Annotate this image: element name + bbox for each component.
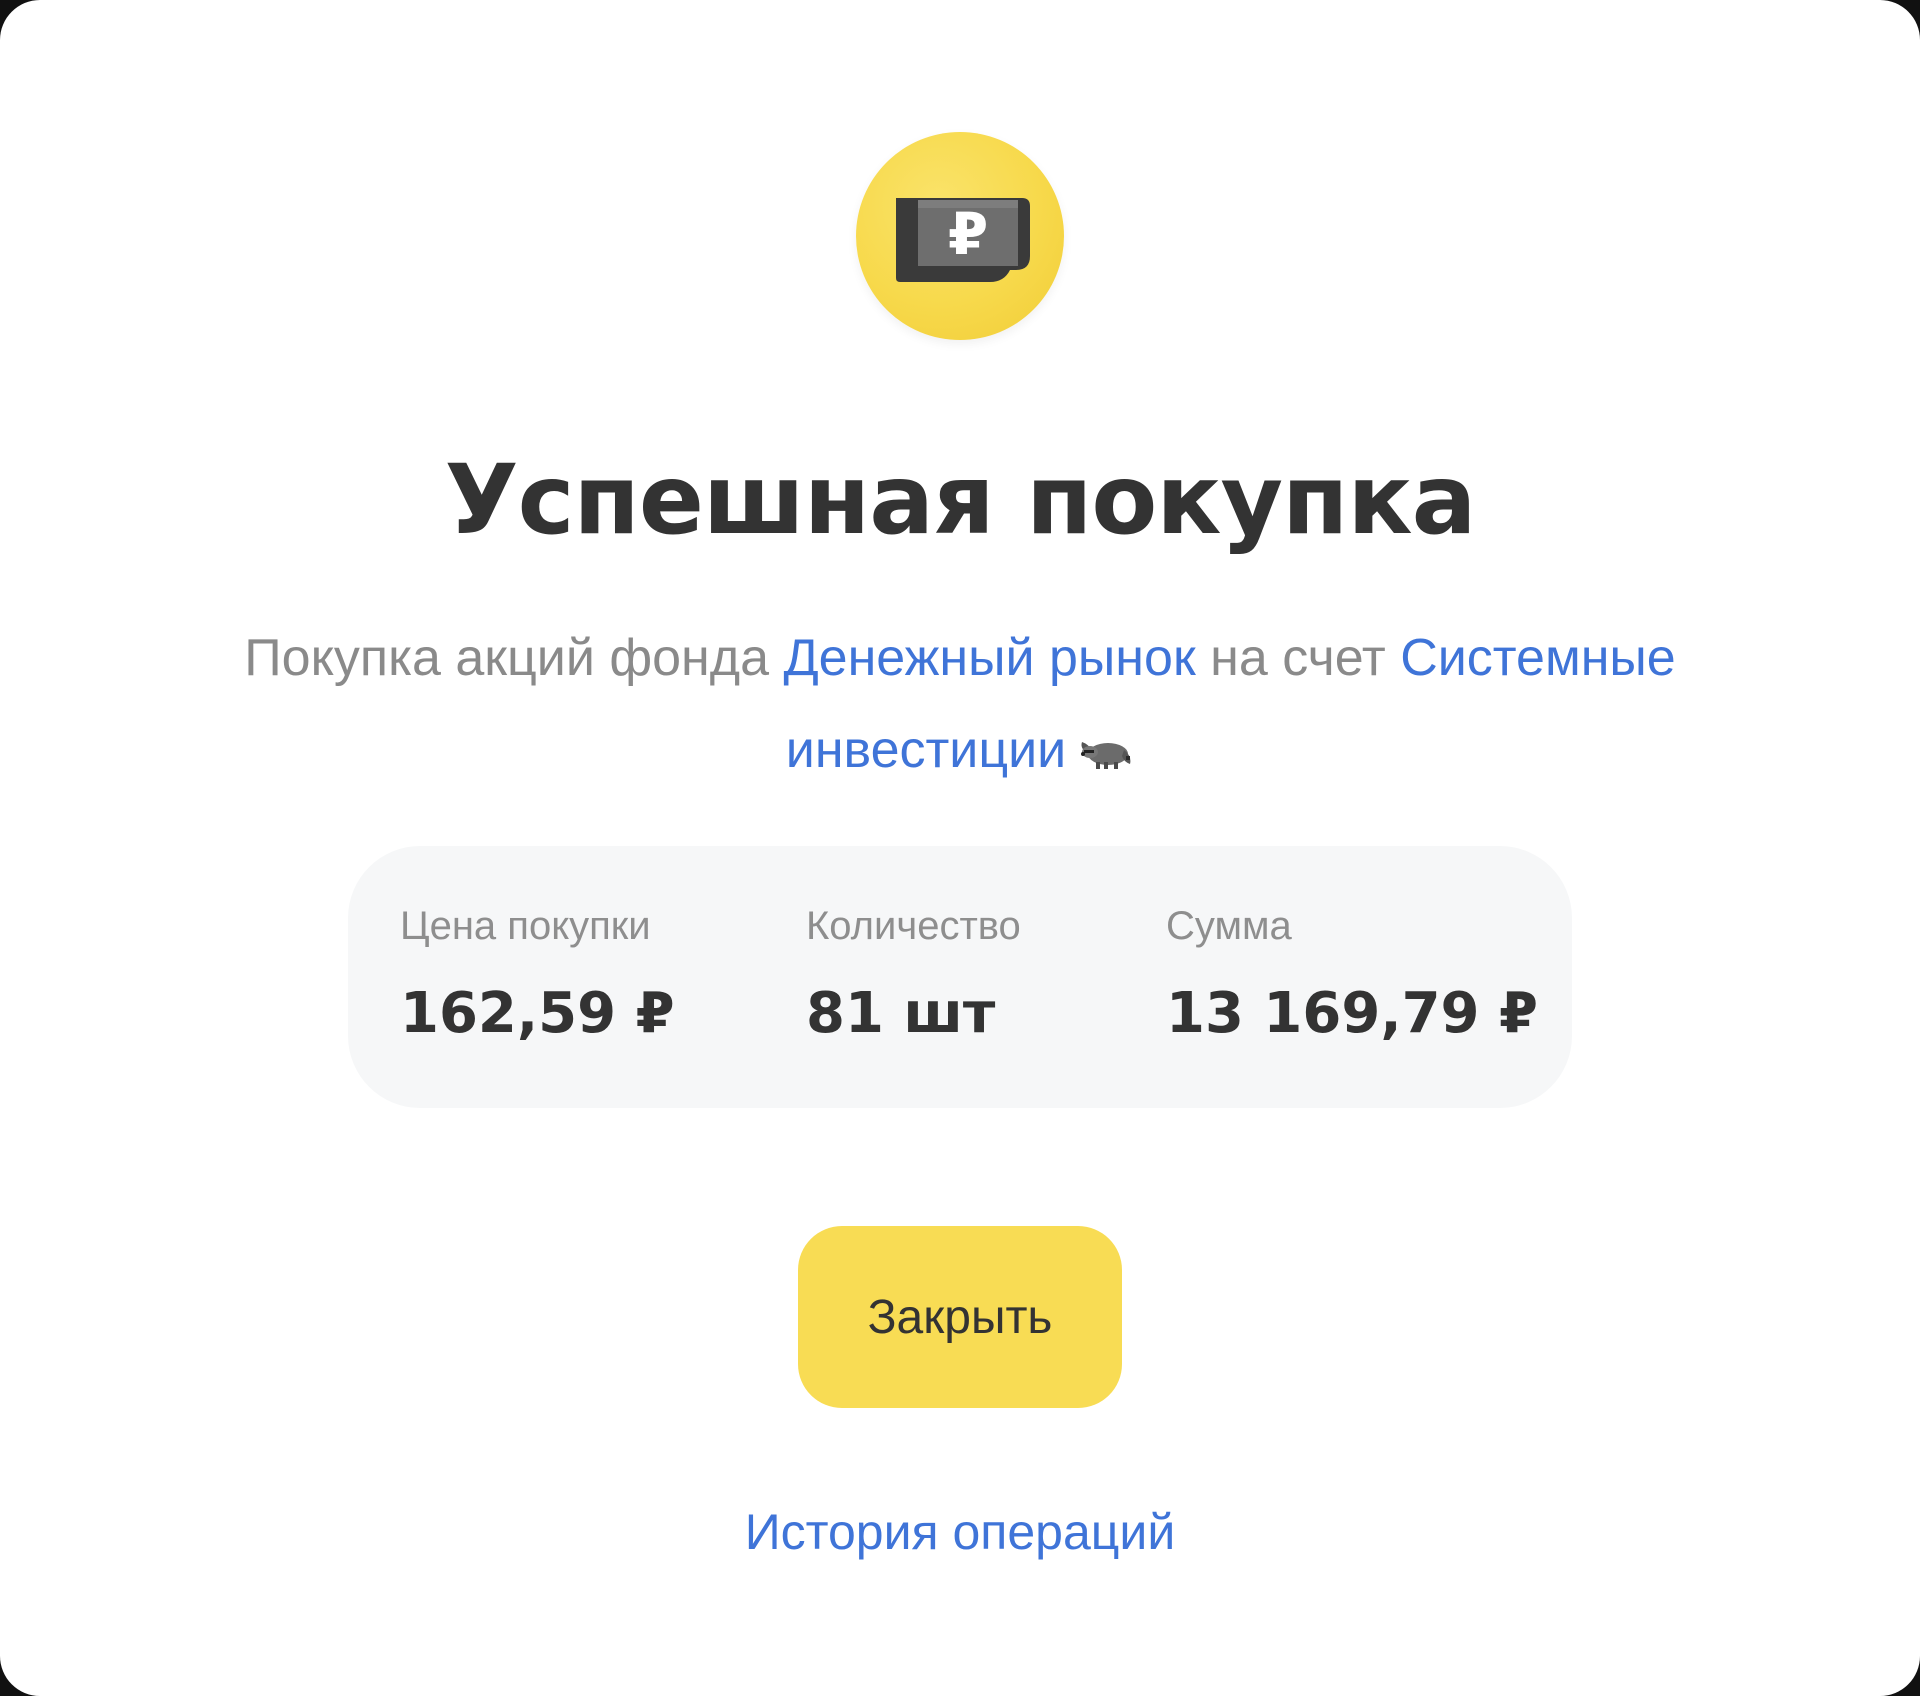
quantity-label: Количество xyxy=(806,904,1021,948)
dialog-title: Успешная покупка xyxy=(444,444,1477,556)
sum-label: Сумма xyxy=(1166,904,1292,948)
close-button[interactable]: Закрыть xyxy=(798,1226,1122,1408)
purchase-details-card: Цена покупки 162,59 ₽ Количество 81 шт С… xyxy=(348,846,1572,1108)
sum-block: Сумма 13 169,79 ₽ xyxy=(1166,902,1538,1046)
price-block: Цена покупки 162,59 ₽ xyxy=(400,902,675,1046)
quantity-block: Количество 81 шт xyxy=(806,902,1021,1046)
fund-link[interactable]: Денежный рынок xyxy=(783,629,1195,687)
quantity-value: 81 шт xyxy=(806,981,996,1046)
ruble-banknote-icon: ₽ xyxy=(856,132,1064,340)
operations-history-link[interactable]: История операций xyxy=(0,1500,1920,1564)
purchase-success-dialog: ₽ Успешная покупка Покупка акций фонда Д… xyxy=(0,0,1920,1696)
price-value: 162,59 ₽ xyxy=(400,981,675,1046)
price-label: Цена покупки xyxy=(400,904,651,948)
description-middle: на счет xyxy=(1195,629,1401,687)
purchase-description: Покупка акций фонда Денежный рынок на сч… xyxy=(160,612,1760,799)
description-prefix: Покупка акций фонда xyxy=(244,629,784,687)
raccoon-icon xyxy=(1078,707,1134,799)
sum-value: 13 169,79 ₽ xyxy=(1166,981,1538,1046)
svg-text:₽: ₽ xyxy=(948,200,988,268)
